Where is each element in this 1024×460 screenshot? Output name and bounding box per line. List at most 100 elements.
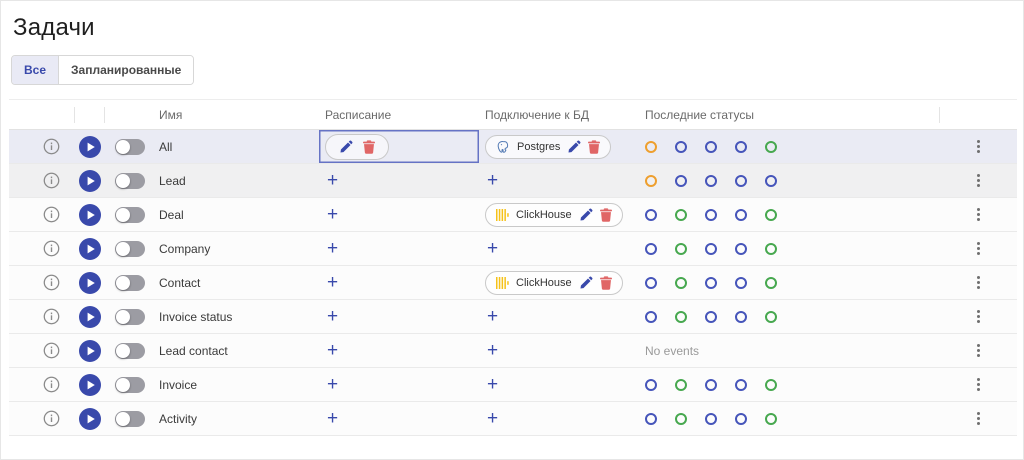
toggle-knob xyxy=(116,208,130,222)
kebab-menu-icon[interactable] xyxy=(973,374,984,395)
kebab-menu-icon[interactable] xyxy=(973,204,984,225)
info-icon[interactable] xyxy=(43,138,60,155)
enabled-toggle-off[interactable] xyxy=(115,343,145,359)
edit-pencil-icon[interactable] xyxy=(567,140,581,154)
kebab-menu-icon[interactable] xyxy=(973,238,984,259)
delete-trash-icon[interactable] xyxy=(363,140,375,154)
toggle-knob xyxy=(116,310,130,324)
schedule-cell: + xyxy=(319,164,479,197)
add-button[interactable]: + xyxy=(325,205,340,224)
tasks-page: Задачи Все Запланированные Имя Расписани… xyxy=(0,0,1024,460)
db-connection-badge[interactable]: Postgres xyxy=(485,135,611,159)
status-ring-green xyxy=(765,243,777,255)
info-icon[interactable] xyxy=(43,342,60,359)
run-cell xyxy=(75,266,105,299)
status-ring-blue xyxy=(705,209,717,221)
connection-cell: + xyxy=(479,164,641,197)
info-cell xyxy=(9,334,75,367)
db-connection-badge[interactable]: ClickHouse xyxy=(485,271,623,295)
add-button[interactable]: + xyxy=(325,273,340,292)
clickhouse-logo-icon xyxy=(496,277,509,289)
play-button[interactable] xyxy=(79,136,101,158)
status-ring-blue xyxy=(645,277,657,289)
statuses-cell xyxy=(641,368,939,401)
statuses-cell xyxy=(641,402,939,435)
add-button[interactable]: + xyxy=(485,375,500,394)
delete-trash-icon[interactable] xyxy=(588,140,600,154)
status-ring-green xyxy=(765,379,777,391)
info-icon[interactable] xyxy=(43,410,60,427)
add-button[interactable]: + xyxy=(485,409,500,428)
add-button[interactable]: + xyxy=(325,375,340,394)
schedule-cell: + xyxy=(319,300,479,333)
schedule-actions-pill xyxy=(325,134,389,160)
enabled-toggle-off[interactable] xyxy=(115,309,145,325)
delete-trash-icon[interactable] xyxy=(600,208,612,222)
add-button[interactable]: + xyxy=(485,171,500,190)
add-button[interactable]: + xyxy=(485,239,500,258)
enabled-toggle-off[interactable] xyxy=(115,411,145,427)
play-button[interactable] xyxy=(79,204,101,226)
info-icon[interactable] xyxy=(43,240,60,257)
name-cell: Activity xyxy=(155,402,319,435)
table-row: Activity + + xyxy=(9,402,1017,436)
menu-cell xyxy=(939,164,1017,197)
add-button[interactable]: + xyxy=(325,409,340,428)
info-icon[interactable] xyxy=(43,274,60,291)
menu-cell xyxy=(939,368,1017,401)
tab-scheduled[interactable]: Запланированные xyxy=(58,56,193,84)
play-button[interactable] xyxy=(79,408,101,430)
add-button[interactable]: + xyxy=(325,341,340,360)
play-button[interactable] xyxy=(79,170,101,192)
play-button[interactable] xyxy=(79,340,101,362)
no-events-label: No events xyxy=(645,344,699,358)
info-icon[interactable] xyxy=(43,308,60,325)
tab-all[interactable]: Все xyxy=(12,56,58,84)
add-button[interactable]: + xyxy=(325,171,340,190)
play-button[interactable] xyxy=(79,272,101,294)
db-connection-badge[interactable]: ClickHouse xyxy=(485,203,623,227)
enabled-toggle-off[interactable] xyxy=(115,207,145,223)
info-icon[interactable] xyxy=(43,376,60,393)
enabled-toggle-off[interactable] xyxy=(115,275,145,291)
kebab-menu-icon[interactable] xyxy=(973,306,984,327)
status-ring-blue xyxy=(735,209,747,221)
add-button[interactable]: + xyxy=(325,239,340,258)
connection-cell: Postgres xyxy=(479,130,641,163)
toggle-knob xyxy=(116,412,130,426)
info-cell xyxy=(9,300,75,333)
edit-pencil-icon[interactable] xyxy=(579,276,593,290)
kebab-menu-icon[interactable] xyxy=(973,340,984,361)
name-cell: Invoice status xyxy=(155,300,319,333)
kebab-menu-icon[interactable] xyxy=(973,136,984,157)
row-name: Lead contact xyxy=(159,344,228,358)
enabled-toggle-off[interactable] xyxy=(115,173,145,189)
enabled-toggle-off[interactable] xyxy=(115,139,145,155)
db-connection-label: Postgres xyxy=(517,141,560,153)
delete-trash-icon[interactable] xyxy=(600,276,612,290)
status-ring-green xyxy=(675,379,687,391)
kebab-menu-icon[interactable] xyxy=(973,272,984,293)
play-button[interactable] xyxy=(79,306,101,328)
enabled-toggle-off[interactable] xyxy=(115,377,145,393)
connection-cell: + xyxy=(479,402,641,435)
table-row: Lead + + xyxy=(9,164,1017,198)
toggle-cell xyxy=(105,232,155,265)
add-button[interactable]: + xyxy=(485,341,500,360)
status-ring-green xyxy=(675,277,687,289)
edit-pencil-icon[interactable] xyxy=(339,140,353,154)
play-button[interactable] xyxy=(79,238,101,260)
row-name: Invoice status xyxy=(159,310,232,324)
add-button[interactable]: + xyxy=(485,307,500,326)
name-cell: All xyxy=(155,130,319,163)
run-cell xyxy=(75,402,105,435)
edit-pencil-icon[interactable] xyxy=(579,208,593,222)
kebab-menu-icon[interactable] xyxy=(973,408,984,429)
info-icon[interactable] xyxy=(43,172,60,189)
add-button[interactable]: + xyxy=(325,307,340,326)
play-button[interactable] xyxy=(79,374,101,396)
enabled-toggle-off[interactable] xyxy=(115,241,145,257)
kebab-menu-icon[interactable] xyxy=(973,170,984,191)
table-row: All Postgres xyxy=(9,130,1017,164)
info-icon[interactable] xyxy=(43,206,60,223)
